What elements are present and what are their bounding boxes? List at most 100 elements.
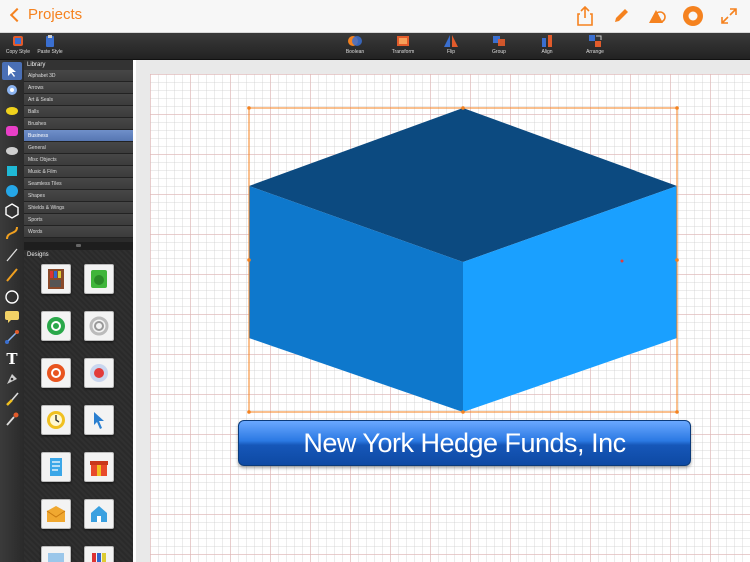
design-thumb-envelope[interactable] xyxy=(41,499,71,529)
library-item[interactable]: General xyxy=(24,142,133,154)
circle-outline-icon xyxy=(5,290,19,304)
design-thumb-swirl[interactable] xyxy=(84,311,114,341)
text-tool[interactable]: T xyxy=(2,350,22,368)
ellipse-gray-tool[interactable] xyxy=(2,142,22,160)
design-thumb-email[interactable] xyxy=(41,311,71,341)
fullscreen-icon[interactable] xyxy=(718,5,740,27)
boolean-icon xyxy=(348,36,362,46)
eyedropper-tool[interactable] xyxy=(2,410,22,428)
pencil-line-icon xyxy=(6,268,18,282)
library-item[interactable]: Business xyxy=(24,130,133,142)
paintbrush-icon xyxy=(6,392,19,406)
text-t-icon: T xyxy=(6,350,18,368)
picture-icon xyxy=(48,553,64,562)
curve-icon xyxy=(6,226,18,240)
library-item[interactable]: Alphabet 3D xyxy=(24,70,133,82)
paste-style-button[interactable]: Paste Style xyxy=(32,34,68,55)
line-icon xyxy=(6,248,18,262)
design-thumb-money-bag[interactable] xyxy=(84,264,114,294)
pink-rounded-rect-icon xyxy=(6,126,18,136)
design-thumb-cursor[interactable] xyxy=(84,405,114,435)
canvas-area xyxy=(136,60,750,562)
ellipse-yellow-tool[interactable] xyxy=(2,102,22,120)
node-tool[interactable] xyxy=(2,81,22,99)
callout-tool[interactable] xyxy=(2,308,22,326)
clock-icon xyxy=(47,411,65,429)
cube-tool[interactable] xyxy=(2,162,22,180)
panel-divider[interactable] xyxy=(24,242,133,250)
pencil-tool[interactable] xyxy=(2,266,22,284)
design-thumb-gift[interactable] xyxy=(84,452,114,482)
paste-style-icon xyxy=(46,35,54,47)
polygon-tool[interactable] xyxy=(2,202,22,220)
library-item[interactable]: Brushes xyxy=(24,118,133,130)
library-item[interactable]: Seamless Tiles xyxy=(24,178,133,190)
books-icon xyxy=(92,553,106,562)
library-item[interactable]: Shields & Wings xyxy=(24,202,133,214)
at-sign-green-icon xyxy=(47,317,65,335)
chevron-left-icon xyxy=(9,7,25,22)
arrange-icon xyxy=(589,35,602,47)
target-icon xyxy=(90,364,108,382)
drawing-canvas[interactable] xyxy=(150,74,750,562)
company-banner[interactable]: New York Hedge Funds, Inc xyxy=(238,420,691,466)
money-bag-icon xyxy=(91,270,107,288)
app-window: Projects Copy Style Paste Style Boolean … xyxy=(0,0,750,562)
design-thumb-clock[interactable] xyxy=(41,405,71,435)
sphere-tool[interactable] xyxy=(2,182,22,200)
transform-icon xyxy=(397,36,409,46)
curve-tool[interactable] xyxy=(2,224,22,242)
connector-tool[interactable] xyxy=(2,328,22,346)
copy-style-icon xyxy=(13,36,23,46)
design-thumb-partial-1[interactable] xyxy=(41,546,71,562)
arrow-cursor-icon xyxy=(8,65,16,77)
design-thumb-bookshelf[interactable] xyxy=(41,264,71,294)
flip-button[interactable]: Flip xyxy=(433,34,469,55)
top-icons xyxy=(574,5,740,27)
pen-tool[interactable] xyxy=(2,370,22,388)
pencil-icon[interactable] xyxy=(610,5,632,27)
library-item[interactable]: Shapes xyxy=(24,190,133,202)
library-item[interactable]: Music & Film xyxy=(24,166,133,178)
library-item[interactable]: Words xyxy=(24,226,133,238)
yellow-ellipse-icon xyxy=(6,107,18,115)
arrange-button[interactable]: Arrange xyxy=(577,34,613,55)
design-thumb-partial-2[interactable] xyxy=(84,546,114,562)
flip-icon xyxy=(444,35,458,47)
swirl-icon xyxy=(89,316,109,336)
select-tool[interactable] xyxy=(2,62,22,80)
align-button[interactable]: Align xyxy=(529,34,565,55)
toolbar: Copy Style Paste Style Boolean Transform… xyxy=(0,33,750,60)
library-item[interactable]: Misc Objects xyxy=(24,154,133,166)
copy-style-button[interactable]: Copy Style xyxy=(0,34,36,55)
design-thumb-at-orange[interactable] xyxy=(41,358,71,388)
back-button[interactable]: Projects xyxy=(8,6,82,23)
share-icon[interactable] xyxy=(574,5,596,27)
circle-tool[interactable] xyxy=(2,288,22,306)
envelope-icon xyxy=(46,506,66,522)
rounded-rect-tool[interactable] xyxy=(2,122,22,140)
shapes-icon[interactable] xyxy=(646,5,668,27)
paste-style-label: Paste Style xyxy=(37,49,63,55)
settings-icon[interactable] xyxy=(682,5,704,27)
library-item[interactable]: Art & Seals xyxy=(24,94,133,106)
library-item[interactable]: Arrows xyxy=(24,82,133,94)
boolean-label: Boolean xyxy=(345,49,365,55)
gift-icon xyxy=(90,461,108,476)
library-item[interactable]: Sports xyxy=(24,214,133,226)
group-button[interactable]: Group xyxy=(481,34,517,55)
brush-tool[interactable] xyxy=(2,390,22,408)
boolean-button[interactable]: Boolean xyxy=(337,34,373,55)
align-label: Align xyxy=(541,49,553,55)
transform-button[interactable]: Transform xyxy=(385,34,421,55)
design-thumb-document[interactable] xyxy=(41,452,71,482)
node-edit-icon xyxy=(7,85,17,95)
blue-sphere-icon xyxy=(6,185,18,197)
design-thumb-house[interactable] xyxy=(84,499,114,529)
at-sign-orange-icon xyxy=(47,364,65,382)
design-thumb-target[interactable] xyxy=(84,358,114,388)
flip-label: Flip xyxy=(446,49,456,55)
library-item[interactable]: Balls xyxy=(24,106,133,118)
line-tool[interactable] xyxy=(2,246,22,264)
pen-nib-icon xyxy=(7,374,17,384)
